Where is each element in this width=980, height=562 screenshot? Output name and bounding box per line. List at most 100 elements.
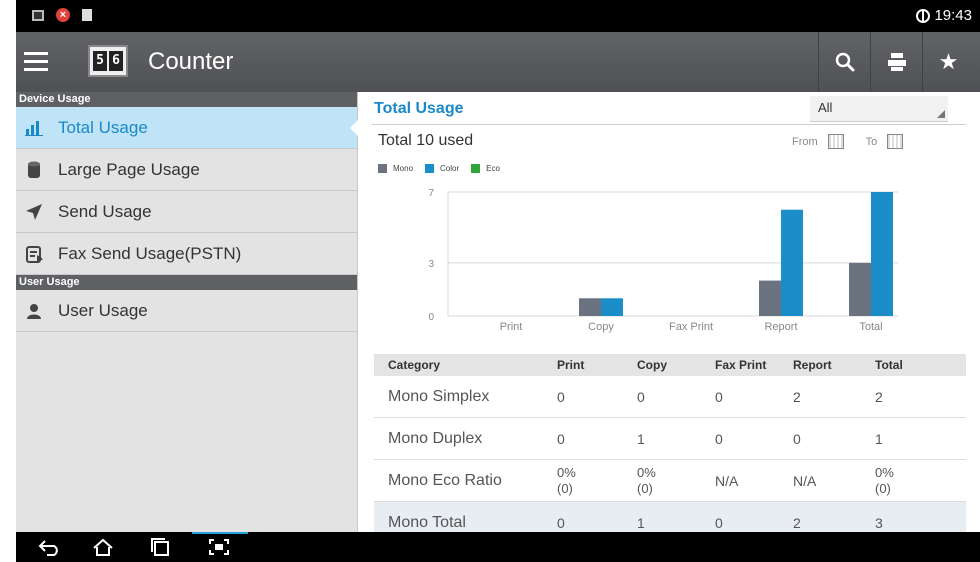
legend-swatch-mono <box>378 164 387 173</box>
screen-capture-icon <box>209 539 229 555</box>
row-category-cell: Mono Simplex <box>388 387 490 405</box>
status-time: 19:43 <box>934 7 972 24</box>
legend-swatch-eco <box>471 164 481 173</box>
active-indicator <box>192 532 248 534</box>
from-label: From <box>792 135 818 148</box>
column-header: Copy <box>637 358 667 372</box>
usage-bar-chart: 0 3 7 Print Copy Fax Print Report Total <box>428 188 898 333</box>
send-arrow-icon <box>24 202 44 222</box>
table-cell: 1 <box>637 514 645 531</box>
table-row: Mono Simplex 0 0 0 2 2 <box>374 376 966 418</box>
globe-icon <box>916 8 931 23</box>
bar-mono-copy <box>579 298 601 316</box>
main-content: Total Usage All Total 10 used From To Mo… <box>358 92 980 532</box>
table-cell: 0 <box>715 514 723 531</box>
column-header: Print <box>557 358 585 372</box>
notification-icons: × <box>32 8 92 22</box>
home-icon <box>93 538 113 556</box>
sidebar-item-label: Fax Send Usage(PSTN) <box>58 243 242 263</box>
column-header: Category <box>388 358 441 372</box>
column-header: Report <box>793 358 832 372</box>
sidebar-item-fax-send-usage[interactable]: Fax Send Usage(PSTN) <box>16 233 357 275</box>
section-header-user-usage: User Usage <box>16 275 357 290</box>
chart-legend: Mono Color Eco <box>378 164 500 173</box>
bar-color-report <box>781 209 803 316</box>
dropdown-corner-icon <box>937 110 945 118</box>
y-tick-label: 3 <box>428 259 434 270</box>
screenshot-notification-icon <box>32 9 44 21</box>
counter-app-icon: 5 6 <box>88 45 128 77</box>
column-header: Fax Print <box>715 358 767 372</box>
home-button[interactable] <box>88 536 118 558</box>
sidebar-item-total-usage[interactable]: Total Usage <box>16 107 358 149</box>
sidebar-item-label: Large Page Usage <box>58 159 200 179</box>
bar-color-total <box>871 192 893 316</box>
x-tick-label: Total <box>859 321 882 333</box>
recent-apps-icon <box>151 538 169 556</box>
table-cell: 2 <box>875 388 883 405</box>
x-tick-label: Report <box>764 321 797 333</box>
x-tick-label: Print <box>500 321 523 333</box>
search-button[interactable] <box>818 32 870 92</box>
date-range: From To <box>792 134 915 149</box>
x-tick-label: Fax Print <box>669 321 713 333</box>
section-header-device-usage: Device Usage <box>16 92 357 107</box>
table-cell: 0% (0) <box>557 464 576 496</box>
sidebar-item-user-usage[interactable]: User Usage <box>16 290 357 332</box>
table-cell: 0% (0) <box>637 464 656 496</box>
to-calendar-icon[interactable] <box>887 134 904 149</box>
back-icon <box>38 540 58 556</box>
status-right: 19:43 <box>916 7 972 24</box>
sidebar-item-label: User Usage <box>58 300 148 320</box>
total-used-text: Total 10 used <box>378 132 474 149</box>
table-header-row: Category Print Copy Fax Print Report Tot… <box>374 354 966 376</box>
legend-label-color: Color <box>440 164 460 173</box>
legend-swatch-color <box>425 164 435 173</box>
sidebar: Device Usage Total Usage Large Page Usag… <box>16 92 358 532</box>
table-cell: 0 <box>715 388 723 405</box>
sidebar-item-send-usage[interactable]: Send Usage <box>16 191 357 233</box>
counter-digit: 6 <box>109 51 123 71</box>
table-cell: 0 <box>557 430 565 447</box>
to-label: To <box>865 135 878 148</box>
page-title: Total Usage <box>374 100 464 117</box>
table-cell: 2 <box>793 388 801 405</box>
table-cell: 1 <box>637 430 645 447</box>
table-cell: 3 <box>875 514 883 531</box>
row-category-cell: Mono Total <box>388 513 466 531</box>
user-icon <box>24 301 44 321</box>
filter-selected-value: All <box>818 100 833 115</box>
bar-chart-icon <box>24 118 44 138</box>
table-row: Mono Eco Ratio 0% (0) 0% (0) N/A N/A 0% (0) <box>374 460 966 502</box>
print-report-button[interactable] <box>870 32 922 92</box>
y-tick-label: 0 <box>428 312 434 323</box>
fax-icon <box>24 244 44 264</box>
divider <box>372 124 966 125</box>
sidebar-item-label: Send Usage <box>58 201 152 221</box>
table-body: Mono Simplex 0 0 0 2 2 Mono Duplex 0 1 0 0 1 Mono Ec… <box>374 376 966 532</box>
bar-mono-total <box>849 262 871 316</box>
from-calendar-icon[interactable] <box>827 134 844 149</box>
table-row: Mono Total 0 1 0 2 3 <box>374 502 966 532</box>
app-title: Counter <box>148 48 234 75</box>
table-cell: N/A <box>715 472 739 489</box>
screen-capture-button[interactable] <box>204 536 234 558</box>
printer-icon <box>887 53 906 71</box>
table-cell: 0% (0) <box>875 464 894 496</box>
recent-apps-button[interactable] <box>146 536 176 558</box>
sidebar-item-large-page-usage[interactable]: Large Page Usage <box>16 149 357 191</box>
paper-roll-icon <box>24 160 44 180</box>
sd-card-notification-icon <box>82 9 92 21</box>
table-cell: 1 <box>875 430 883 447</box>
favorite-button[interactable]: ★ <box>922 32 974 92</box>
table-row: Mono Duplex 0 1 0 0 1 <box>374 418 966 460</box>
back-button[interactable] <box>34 536 64 558</box>
menu-icon[interactable] <box>24 52 48 72</box>
bar-color-copy <box>601 298 623 316</box>
row-category-cell: Mono Duplex <box>388 429 483 447</box>
app-bar: 5 6 Counter ★ <box>16 32 980 92</box>
table-cell: 0 <box>557 514 565 531</box>
usage-filter-select[interactable]: All <box>810 96 948 122</box>
column-header: Total <box>875 358 903 372</box>
sidebar-item-label: Total Usage <box>58 117 148 137</box>
